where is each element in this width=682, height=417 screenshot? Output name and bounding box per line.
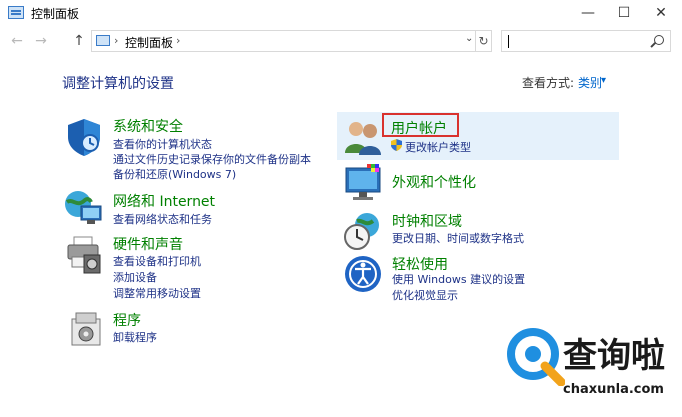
- view-by-label: 查看方式:: [522, 76, 575, 90]
- link-date-time-format[interactable]: 更改日期、时间或数字格式: [392, 230, 524, 246]
- up-button[interactable]: ↑: [70, 31, 88, 51]
- programs-icon[interactable]: [66, 309, 106, 349]
- refresh-button[interactable]: ↻: [476, 30, 492, 52]
- minimize-button[interactable]: —: [570, 0, 606, 26]
- link-backup-restore[interactable]: 备份和还原(Windows 7): [113, 166, 236, 182]
- printer-icon[interactable]: [64, 235, 104, 275]
- control-panel-icon: [8, 6, 24, 19]
- link-optimize-visual-display[interactable]: 优化视觉显示: [392, 287, 458, 303]
- category-network-internet[interactable]: 网络和 Internet: [113, 191, 215, 211]
- watermark: 查询啦 chaxunla.com: [505, 324, 675, 410]
- maximize-button[interactable]: ☐: [606, 0, 642, 26]
- search-icon[interactable]: [654, 35, 664, 45]
- search-input[interactable]: [506, 33, 646, 49]
- category-hardware-sound[interactable]: 硬件和声音: [113, 234, 183, 254]
- category-programs[interactable]: 程序: [113, 310, 141, 330]
- link-recommended-settings[interactable]: 使用 Windows 建议的设置: [392, 271, 525, 287]
- back-button[interactable]: ←: [8, 31, 26, 51]
- close-button[interactable]: ✕: [643, 0, 679, 26]
- accessibility-icon[interactable]: [343, 254, 383, 294]
- text-caret: [508, 35, 509, 48]
- link-view-computer-status[interactable]: 查看你的计算机状态: [113, 136, 212, 152]
- category-appearance[interactable]: 外观和个性化: [392, 172, 476, 192]
- personalization-icon[interactable]: [343, 162, 383, 202]
- breadcrumb-separator[interactable]: ›: [176, 34, 180, 47]
- link-network-status[interactable]: 查看网络状态和任务: [113, 211, 212, 227]
- address-field[interactable]: › 控制面板 › ⌄: [91, 30, 476, 52]
- uac-shield-icon: [391, 139, 402, 151]
- forward-button[interactable]: →: [32, 31, 50, 51]
- breadcrumb-control-panel[interactable]: 控制面板: [125, 34, 173, 51]
- annotation-red-box: [382, 113, 459, 137]
- address-toolbar: ← → ↑ › 控制面板 › ⌄ ↻: [0, 28, 682, 54]
- chevron-down-icon[interactable]: ⌄: [465, 33, 473, 44]
- control-panel-icon: [96, 35, 110, 46]
- link-mobility-settings[interactable]: 调整常用移动设置: [113, 285, 201, 301]
- search-box[interactable]: [501, 30, 671, 52]
- link-file-history-backup[interactable]: 通过文件历史记录保存你的文件备份副本: [113, 151, 311, 167]
- watermark-domain: chaxunla.com: [563, 382, 664, 397]
- category-system-security[interactable]: 系统和安全: [113, 116, 183, 136]
- chevron-down-icon[interactable]: ▾: [601, 75, 606, 86]
- watermark-brand: 查询啦: [563, 336, 665, 376]
- network-globe-icon[interactable]: [63, 188, 103, 228]
- category-clock-region[interactable]: 时钟和区域: [392, 211, 462, 231]
- link-add-device[interactable]: 添加设备: [113, 269, 157, 285]
- link-uninstall-program[interactable]: 卸载程序: [113, 329, 157, 345]
- page-heading: 调整计算机的设置: [62, 76, 174, 92]
- watermark-logo-icon: [507, 328, 565, 386]
- shield-icon[interactable]: [64, 117, 104, 157]
- link-change-account-type[interactable]: 更改帐户类型: [405, 139, 471, 155]
- users-icon[interactable]: [343, 117, 383, 157]
- window-title: 控制面板: [31, 7, 80, 21]
- link-devices-printers[interactable]: 查看设备和打印机: [113, 253, 201, 269]
- breadcrumb-separator[interactable]: ›: [114, 34, 118, 47]
- title-bar: 控制面板 — ☐ ✕: [0, 0, 682, 26]
- clock-globe-icon[interactable]: [343, 211, 383, 251]
- view-by-dropdown[interactable]: 类别: [578, 74, 602, 91]
